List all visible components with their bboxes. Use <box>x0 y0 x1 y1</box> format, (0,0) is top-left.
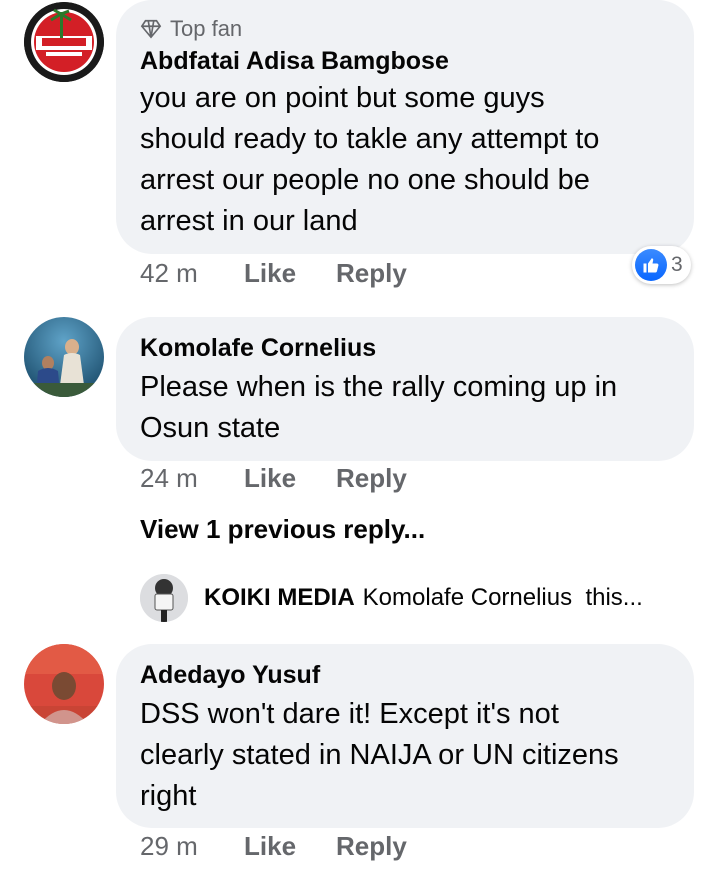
comment-bubble: Top fan Abdfatai Adisa Bamgbose you are … <box>116 0 694 254</box>
comment-line: DSS won't dare it! Except it's not <box>140 698 559 730</box>
comment-line: Please when is the rally coming up in <box>140 371 618 403</box>
comment-bubble: Adedayo Yusuf DSS won't dare it! Except … <box>116 644 694 828</box>
comment-line: should ready to takle any attempt to <box>140 123 600 155</box>
comment-text: DSS won't dare it! Except it's not clear… <box>140 694 670 817</box>
timestamp[interactable]: 24 m <box>140 463 244 494</box>
comment-line: you are on point but some guys <box>140 82 545 114</box>
comment-bubble: Komolafe Cornelius Please when is the ra… <box>116 317 694 461</box>
commenter-name[interactable]: Komolafe Cornelius <box>140 333 670 363</box>
reaction-count: 3 <box>671 253 683 276</box>
comment-line: clearly stated in NAIJA or UN citizens <box>140 739 619 771</box>
person-avatar-image <box>24 644 104 724</box>
badge-label: Top fan <box>170 16 243 41</box>
comment-actions: 24 m Like Reply <box>140 463 407 494</box>
commenter-name[interactable]: Abdfatai Adisa Bamgbose <box>140 46 670 76</box>
like-reaction-icon <box>635 249 667 281</box>
timestamp[interactable]: 29 m <box>140 831 244 862</box>
avatar[interactable] <box>24 644 104 724</box>
timestamp[interactable]: 42 m <box>140 258 244 289</box>
avatar[interactable] <box>24 2 104 82</box>
comment-line: Osun state <box>140 412 281 444</box>
comment-line: arrest our people no one should be <box>140 164 590 196</box>
reply-button[interactable]: Reply <box>336 258 407 289</box>
logo-avatar-image <box>24 2 104 82</box>
like-button[interactable]: Like <box>244 463 336 494</box>
comment-actions: 42 m Like Reply <box>140 258 407 289</box>
like-button[interactable]: Like <box>244 831 336 862</box>
comment-line: right <box>140 780 197 812</box>
top-fan-badge: Top fan <box>140 16 670 42</box>
commenter-name[interactable]: Adedayo Yusuf <box>140 660 670 690</box>
comment-line: arrest in our land <box>140 205 358 237</box>
view-previous-replies-link[interactable]: View 1 previous reply... <box>140 514 425 545</box>
avatar[interactable] <box>24 317 104 397</box>
comment-actions: 29 m Like Reply <box>140 831 407 862</box>
painting-avatar-image <box>24 317 104 397</box>
avatar <box>140 574 188 622</box>
comment-text: Please when is the rally coming up in Os… <box>140 367 670 449</box>
reply-preview[interactable]: KOIKI MEDIA Komolafe Cornelius this... <box>140 574 643 622</box>
reply-button[interactable]: Reply <box>336 831 407 862</box>
reply-author-name: KOIKI MEDIA <box>204 584 355 611</box>
reply-snippet: Komolafe Cornelius this... <box>362 584 643 611</box>
like-button[interactable]: Like <box>244 258 336 289</box>
microphone-avatar-image <box>140 574 188 622</box>
reply-button[interactable]: Reply <box>336 463 407 494</box>
diamond-icon <box>140 19 162 39</box>
comment-text: you are on point but some guys should re… <box>140 78 670 242</box>
reaction-summary[interactable]: 3 <box>632 246 691 284</box>
